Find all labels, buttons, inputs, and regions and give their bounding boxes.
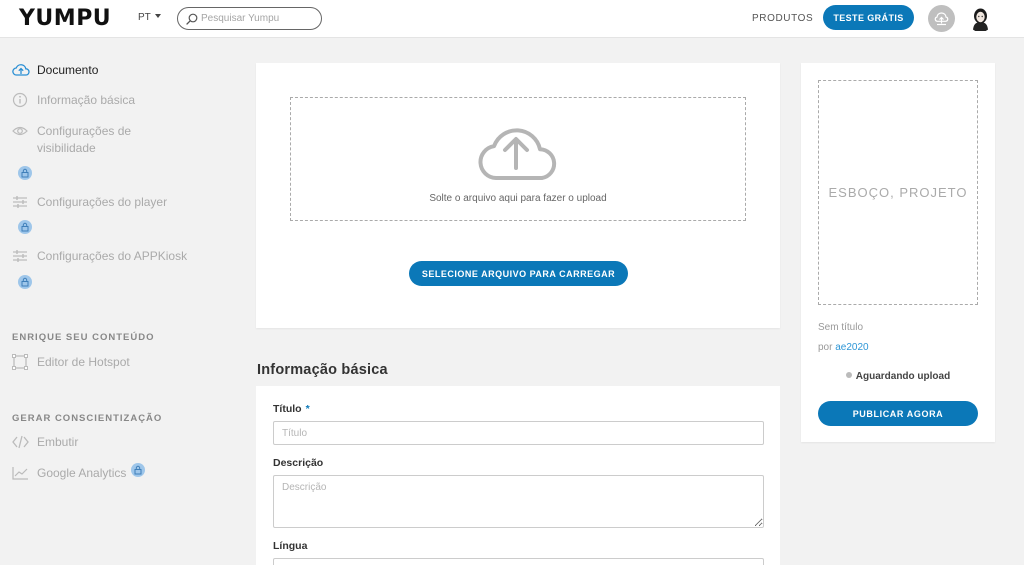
sidebar-item-embed[interactable]: Embutir — [12, 434, 78, 451]
lock-badge — [131, 463, 146, 477]
search-input[interactable] — [201, 11, 316, 26]
language-selector[interactable]: PT — [138, 12, 161, 23]
upload-card: Solte o arquivo aqui para fazer o upload… — [256, 63, 780, 328]
yumpu-logo[interactable]: YUMPU — [19, 6, 111, 31]
products-menu[interactable]: PRODUTOS — [752, 13, 813, 24]
sidebar-item-label: Informação básica — [37, 93, 136, 107]
preview-card: ESBOÇO, PROJETO Sem título por ae2020 Ag… — [801, 63, 995, 442]
status-dot-icon — [845, 372, 852, 379]
lock-badge — [18, 166, 32, 180]
lock-icon — [21, 277, 29, 287]
code-icon — [12, 435, 29, 449]
basic-info-heading: Informação básica — [257, 362, 388, 378]
author-link[interactable]: ae2020 — [835, 342, 868, 353]
sidebar-item-player-settings[interactable]: Configurações do player — [12, 194, 167, 211]
free-trial-button[interactable]: TESTE GRÁTIS — [823, 5, 914, 30]
hotspot-icon — [12, 354, 28, 370]
section-heading-enrich: ENRIQUE SEU CONTEÚDO — [12, 332, 155, 343]
file-dropzone[interactable]: Solte o arquivo aqui para fazer o upload — [290, 97, 746, 221]
sidebar-item-label: Configurações de visibilidade — [37, 124, 132, 155]
avatar-icon — [967, 5, 994, 32]
user-avatar[interactable] — [967, 5, 994, 32]
draft-label: ESBOÇO, PROJETO — [828, 185, 968, 200]
sidebar-item-label: Google Analytics — [37, 466, 127, 480]
lock-badge — [18, 220, 32, 234]
lock-icon — [21, 222, 29, 232]
info-icon — [12, 92, 28, 108]
search-box[interactable] — [177, 7, 322, 30]
cloud-upload-icon — [478, 128, 557, 180]
sidebar-item-label: Documento — [37, 63, 99, 77]
title-input[interactable] — [273, 421, 764, 445]
publish-button[interactable]: PUBLICAR AGORA — [818, 401, 978, 426]
description-input[interactable] — [273, 475, 764, 528]
dropzone-text: Solte o arquivo aqui para fazer o upload — [429, 193, 607, 204]
sidebar-item-document[interactable]: Documento — [12, 62, 98, 79]
search-icon — [186, 13, 198, 25]
language-input[interactable] — [273, 558, 764, 565]
language-label: PT — [138, 12, 151, 23]
by-text: por — [818, 342, 833, 353]
top-header: YUMPU PT PRODUTOS TESTE GRÁTIS — [0, 0, 1024, 38]
required-mark: * — [305, 403, 310, 415]
upload-button[interactable] — [928, 5, 955, 32]
language-label: Língua — [273, 540, 308, 552]
sidebar-item-hotspot-editor[interactable]: Editor de Hotspot — [12, 354, 130, 371]
sidebar-item-visibility[interactable]: Configurações de visibilidade — [12, 123, 162, 157]
lock-icon — [134, 465, 142, 475]
lock-badge — [18, 275, 32, 289]
upload-icon — [934, 12, 949, 26]
sidebar-item-label: Configurações do player — [37, 195, 168, 209]
caret-down-icon — [154, 14, 161, 19]
title-label-text: Título — [273, 403, 302, 415]
select-file-button[interactable]: SELECIONE ARQUIVO PARA CARREGAR — [409, 261, 628, 286]
chart-icon — [12, 467, 28, 480]
eye-icon — [12, 126, 28, 136]
sidebar-item-label: Configurações do APPKiosk — [37, 249, 188, 263]
status-text: Aguardando upload — [855, 371, 951, 382]
upload-status: Aguardando upload — [801, 371, 995, 382]
title-label: Título * — [273, 403, 310, 415]
sliders-icon — [13, 250, 27, 262]
basic-info-form: Título* Descrição Língua — [256, 386, 780, 565]
description-label: Descrição — [273, 457, 324, 469]
document-author: por ae2020 — [818, 342, 869, 353]
sidebar-item-basic-info[interactable]: Informação básica — [12, 92, 135, 109]
sidebar-item-label: Embutir — [37, 435, 79, 449]
document-title: Sem título — [818, 322, 864, 333]
cloud-upload-icon — [12, 64, 30, 76]
sliders-icon — [13, 196, 27, 208]
sidebar-item-google-analytics[interactable]: Google Analytics — [12, 463, 146, 482]
lock-icon — [21, 168, 29, 178]
section-heading-awareness: GERAR CONSCIENTIZAÇÃO — [12, 413, 163, 424]
sidebar-item-appkiosk-settings[interactable]: Configurações do APPKiosk — [12, 248, 187, 265]
document-preview: ESBOÇO, PROJETO — [818, 80, 978, 305]
sidebar-item-label: Editor de Hotspot — [37, 355, 130, 369]
